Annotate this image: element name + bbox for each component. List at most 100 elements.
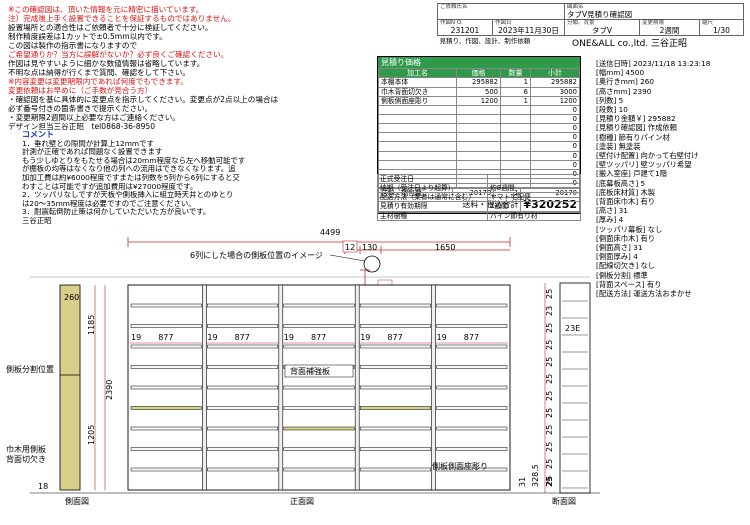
shelf-board [130,406,202,410]
comment-line: が棚板の均等はなくなり他の列への流用はできなくなります。追 [22,165,236,174]
price-column-header: 価格 [456,67,501,79]
dim-bottom-18: 18 [38,482,48,491]
shelf-board [130,447,202,451]
shelf-board [359,447,431,451]
shelf-board [130,324,202,328]
ship-row: 主材樹種 パイン節有り材 [377,210,581,221]
price-cell: 側板側面座彫り [378,95,457,106]
price-cell: 295882 [456,77,501,88]
label-baseboard-1: 巾木用側板 [6,444,46,454]
price-cell [456,104,501,116]
spec-line: [底幕板高さ] 5 [596,178,646,188]
price-cell: 0 [530,159,580,170]
note-line: ・変更期限2週間以上必要な方はご連絡ください。 [8,113,180,122]
price-cell [378,132,457,143]
shelf-board [436,303,508,308]
section-dim: 25 [545,340,554,350]
ship-cell: 配送方法（業者は通常に含む） [377,192,488,203]
spec-line: [奥行きmm] 260 [596,77,655,87]
dim-col-width: 877 [464,333,479,342]
price-cell: 0 [530,132,580,143]
label-side-hole: 側板側面座彫り [432,461,488,471]
price-row: 0 [378,114,580,125]
price-cell [500,114,531,125]
section-dim: 25 [545,289,554,299]
shelf-board [130,344,202,349]
shelf-board [283,344,355,349]
shelf-board [436,447,508,451]
ship-cell: ヤマト宅配便 [487,192,581,203]
dim-height-lower: 1205 [87,425,96,445]
price-cell: 巾木背面切欠き [378,86,457,97]
section-dim: 25 [545,408,554,418]
ship-row: 納期（受注日より起算） 約8週間 [377,183,581,194]
note-line: ・確認図を基に具体的に変更点を指示してください。変更点が2点以上の場合は [8,95,279,104]
price-cell [500,104,531,116]
price-cell [500,123,531,134]
ship-cell: 納期（受注日より起算） [377,183,488,194]
callout-six-columns: 6列にした場合の側板位置のイメージ [190,250,323,260]
shelf-board [130,303,202,308]
section-dim: 25 [545,374,554,384]
shelf-board [359,385,431,390]
price-cell: 500 [456,86,501,97]
shelf-board [283,303,355,308]
spec-line: [見積り金額￥] 295882 [596,114,676,124]
shelf-board [283,426,355,431]
ship-cell [487,173,581,185]
label-baseboard-2: 背面切欠き [6,454,46,464]
shelf-board [359,324,431,328]
price-cell [500,141,531,152]
price-cell [378,123,457,134]
ship-cell: 2週間 [487,201,581,212]
divider-panel [202,284,207,491]
side-panel [59,284,81,491]
shelf-board [359,365,431,369]
price-cell: 1200 [530,95,580,106]
dim-col-gap: 19 [360,333,370,342]
section-dim: 25 [545,391,554,401]
price-column-header: 加工名 [378,67,457,79]
divider-panel [354,284,360,491]
label-side-view: 側面図 [65,496,89,506]
price-cell [378,141,457,152]
dim-col-width: 877 [235,333,250,342]
spec-line: [壁ツッパリ] 壁ツッパリ希望 [596,160,692,170]
price-cell [378,104,457,116]
price-body: 本棚本体 295882 1 295882 巾木背面切欠き 500 6 3000 側板側面座彫り 1… [378,77,580,189]
price-cell [378,159,457,170]
shelf-board [359,344,431,349]
shelf-board [207,303,279,308]
comment-title: コメント [22,131,54,139]
header-scale-cell: 縮尺 1/30 [699,19,744,36]
comment-line: は20～35mm程度は必要ですのでご注意ください。 [22,199,196,208]
label-section-view: 断面図 [552,496,576,506]
price-row: 0 [378,159,580,170]
spec-line: [背面床巾木] 有り [596,197,656,207]
shelf-board [207,467,279,472]
ship-cell: 正式受注日 [377,173,488,185]
price-cell: 0 [530,123,580,134]
section-dim: 25 [545,442,554,452]
note-line: 必ず番号付きの箇条書きで提示ください。 [8,104,153,113]
note-line: デザイン担当三谷正昭 tel0868-36-8950 [8,122,156,131]
shelf-board [130,365,202,369]
comment-line: 加加工費は約¥6000程度ですまたは列数を5列から6列にすると交 [22,173,240,182]
dim-col-gap: 19 [207,333,217,342]
dim-col-gap: 19 [131,333,141,342]
section-dim: 25 [545,323,554,333]
spec-line: [幅mm] 4500 [596,68,645,78]
note-line: ※この確認図は、頂いた情報を元に精密に描いています。 [8,5,204,14]
spec-line: [搬入室座] 戸建て1階 [596,169,668,179]
shipping-table: 正式受注日 納期（受注日より起算） 約8週間 配送方法（業者は通常に含む） ヤマト宅配便… [377,173,581,221]
price-header-row: 加工名 価格 数量 小計 [378,67,580,79]
shelf-board [436,426,508,431]
notes-block: ※この確認図は、頂いた情報を元に精密に描いています。 注）完成後上手く設置できるこ… [8,5,363,131]
shelf-board [436,385,508,390]
price-cell: 6 [500,86,531,97]
price-cell [500,150,531,161]
dim-gap2: 130 [362,243,377,252]
price-cell [456,141,501,152]
shelf-board [283,385,355,390]
shelf-board [207,385,279,390]
